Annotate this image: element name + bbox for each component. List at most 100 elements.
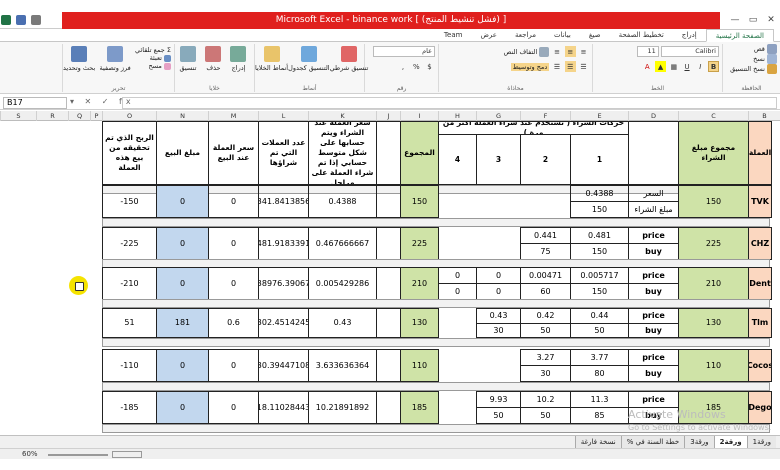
column-header-f[interactable]: F — [520, 111, 570, 121]
sheet-tab-2[interactable]: ورقة2 — [713, 436, 747, 448]
sell-price-cell[interactable]: 0 — [208, 185, 259, 218]
label-top[interactable]: price — [628, 349, 679, 366]
bold-button[interactable]: B — [708, 61, 719, 72]
tab-data[interactable]: بيانات — [545, 29, 580, 42]
fill-color-icon[interactable]: ▲ — [655, 61, 667, 72]
page-layout-icons[interactable] — [112, 451, 142, 458]
header-coin-count[interactable]: عدد العملات التي تم شراؤها — [258, 121, 309, 185]
find-select-button[interactable]: بحث وتحديد — [63, 46, 95, 72]
sell-amount-cell[interactable]: 0 — [156, 391, 209, 424]
move-3-price[interactable]: 0 — [476, 267, 521, 284]
blank-cell[interactable] — [376, 267, 401, 300]
sell-amount-cell[interactable]: 0 — [156, 267, 209, 300]
move-3-buy[interactable]: 30 — [476, 323, 521, 338]
currency-name[interactable]: Cocos — [748, 349, 772, 382]
avg-price-cell[interactable]: 0.005429286 — [308, 267, 377, 300]
profit-cell[interactable]: -225 — [102, 227, 157, 260]
move-2-price[interactable]: 10.2 — [520, 391, 571, 408]
column-header-r[interactable]: R — [36, 111, 68, 121]
move-1-price[interactable]: 11.3 — [570, 391, 629, 408]
header-move-3[interactable]: 3 — [476, 134, 521, 185]
sum-cell[interactable]: 185 — [400, 391, 439, 424]
avg-price-cell[interactable]: 10.21891892 — [308, 391, 377, 424]
header-sell-amount[interactable]: مبلغ البيع — [156, 121, 209, 185]
currency-name[interactable]: Tlm — [748, 308, 772, 338]
column-header-j[interactable]: J — [376, 111, 400, 121]
blank-cell[interactable] — [376, 349, 401, 382]
worksheet-grid[interactable]: العملة مجموع مبلغ الشراء حركات الشراء ( … — [0, 121, 780, 435]
align-left-icon[interactable]: ☰ — [552, 61, 563, 72]
merge-center-button[interactable]: دمج وتوسيط — [510, 62, 550, 71]
sum-cell[interactable]: 225 — [400, 227, 439, 260]
sheet-tab-5[interactable]: نسخة فارغة — [574, 436, 621, 448]
total-buy-cell[interactable]: 110 — [678, 349, 749, 382]
currency-icon[interactable]: $ — [424, 61, 435, 72]
move-4-buy[interactable]: 0 — [438, 283, 477, 300]
profit-cell[interactable]: 51 — [102, 308, 157, 338]
header-move-2[interactable]: 2 — [520, 134, 571, 185]
font-name-select[interactable]: Calibri — [661, 46, 719, 57]
header-profit[interactable]: الربح الذي تم تحقيقه من بيع هذه العملة — [102, 121, 157, 185]
save-icon[interactable] — [15, 15, 26, 25]
move-1-buy[interactable]: 150 — [570, 201, 629, 218]
formula-input[interactable] — [122, 97, 777, 109]
conditional-format-button[interactable]: تنسيق شرطي — [330, 46, 368, 72]
minimize-button[interactable]: — — [726, 12, 744, 29]
column-header-q[interactable]: Q — [68, 111, 90, 121]
header-movements[interactable]: حركات الشراء ( تستخدم عند شراء العملة أك… — [438, 121, 629, 135]
avg-price-cell[interactable]: 0.4388 — [308, 185, 377, 218]
column-header-m[interactable]: M — [208, 111, 258, 121]
zoom-level[interactable]: 60% — [22, 449, 38, 460]
sheet-tab-4[interactable]: خطة السنة في % — [620, 436, 685, 448]
label-bottom[interactable]: مبلغ الشراء — [628, 201, 679, 218]
move-1-price[interactable]: 0.44 — [570, 308, 629, 324]
tab-review[interactable]: مراجعة — [506, 29, 545, 42]
move-2-buy[interactable]: 50 — [520, 407, 571, 424]
column-header-i[interactable]: I — [400, 111, 438, 121]
blank-cell[interactable] — [376, 308, 401, 338]
blank-cell[interactable] — [376, 227, 401, 260]
avg-price-cell[interactable]: 3.633636364 — [308, 349, 377, 382]
sell-amount-cell[interactable]: 181 — [156, 308, 209, 338]
header-total[interactable]: المجموع — [400, 121, 439, 185]
column-header-h[interactable]: H — [438, 111, 476, 121]
blank-cell[interactable] — [376, 185, 401, 218]
move-3-buy[interactable]: 0 — [476, 283, 521, 300]
move-2-buy[interactable]: 30 — [520, 365, 571, 382]
total-buy-cell[interactable]: 130 — [678, 308, 749, 338]
avg-price-cell[interactable]: 0.43 — [308, 308, 377, 338]
name-box[interactable]: B17 — [3, 97, 67, 109]
header-move-4[interactable]: 4 — [438, 134, 477, 185]
header-currency[interactable]: العملة — [748, 121, 772, 185]
profit-cell[interactable]: -210 — [102, 267, 157, 300]
column-header-s[interactable]: S — [0, 111, 36, 121]
move-3-buy[interactable]: 50 — [476, 407, 521, 424]
profit-cell[interactable]: -185 — [102, 391, 157, 424]
coin-count-cell[interactable]: 481.9183391 — [258, 227, 309, 260]
maximize-button[interactable]: ▭ — [744, 12, 762, 29]
header-move-1[interactable]: 1 — [570, 134, 629, 185]
number-format-select[interactable]: عام — [373, 46, 435, 57]
column-header-p[interactable]: P — [90, 111, 102, 121]
header-avg-price[interactable]: سعر العملة عند الشراء ويتم حسابها على شك… — [308, 121, 377, 185]
sell-amount-cell[interactable]: 0 — [156, 349, 209, 382]
move-2-buy[interactable]: 75 — [520, 243, 571, 260]
currency-name[interactable]: CHZ — [748, 227, 772, 260]
profit-cell[interactable]: -110 — [102, 349, 157, 382]
coin-count-cell[interactable]: 38976.39067 — [258, 267, 309, 300]
undo-icon[interactable] — [30, 15, 41, 25]
sum-cell[interactable]: 130 — [400, 308, 439, 338]
tab-home[interactable]: الصفحة الرئيسية — [705, 28, 774, 42]
delete-cells-button[interactable]: حذف — [205, 46, 222, 72]
coin-count-cell[interactable]: 341.8413856 — [258, 185, 309, 218]
move-1-buy[interactable]: 85 — [570, 407, 629, 424]
column-header-e[interactable]: E — [570, 111, 628, 121]
label-top[interactable]: price — [628, 267, 679, 284]
header-total-buy[interactable]: مجموع مبلغ الشراء — [678, 121, 749, 185]
fill-button[interactable]: تعبئة — [150, 54, 171, 62]
move-1-price[interactable]: 0.481 — [570, 227, 629, 244]
move-1-price[interactable]: 0.005717 — [570, 267, 629, 284]
percent-icon[interactable]: % — [411, 61, 422, 72]
font-size-select[interactable]: 11 — [636, 46, 659, 57]
coin-count-cell[interactable]: 18.11028443 — [258, 391, 309, 424]
